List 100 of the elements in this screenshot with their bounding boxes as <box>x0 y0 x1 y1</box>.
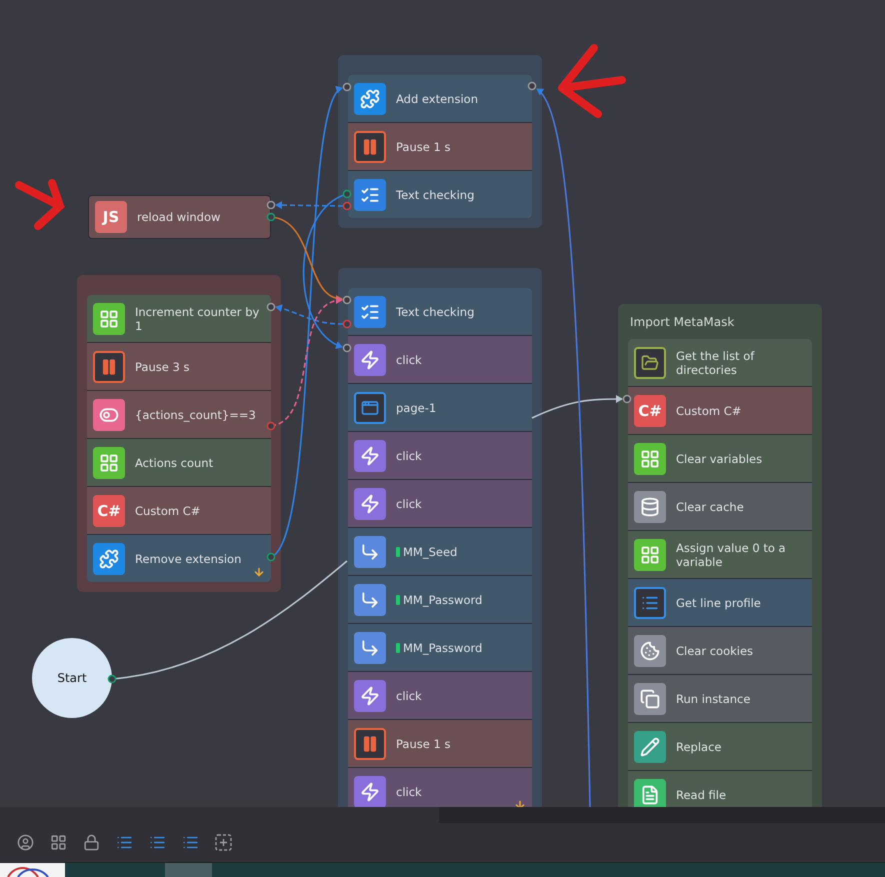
pause-icon <box>354 130 386 162</box>
node-label: click <box>396 448 422 462</box>
node-label: click <box>396 352 422 366</box>
puzzle-icon <box>354 82 386 114</box>
group-title: Import MetaMask <box>629 314 736 331</box>
action-node[interactable]: Pause 3 s <box>87 343 271 390</box>
action-node[interactable]: page-1 <box>348 384 532 431</box>
action-node[interactable]: click <box>348 336 532 383</box>
pencil-icon <box>634 730 666 762</box>
list-icon <box>634 586 666 618</box>
node-label: click <box>396 784 422 798</box>
node-label: Get the list of directories <box>676 348 756 376</box>
grid-icon <box>634 442 666 474</box>
node-label: Assign value 0 to a variable <box>676 540 787 568</box>
connection-port[interactable] <box>342 296 352 304</box>
node-label: Increment counter by 1 <box>135 304 260 332</box>
puzzle-icon <box>93 542 125 574</box>
action-node[interactable]: Clear cache <box>628 483 812 530</box>
action-node[interactable]: click <box>348 672 532 719</box>
code-icon: JS <box>95 201 127 233</box>
node-label: Clear cookies <box>676 644 754 658</box>
code-icon: C# <box>634 394 666 426</box>
windows-icon <box>634 682 666 714</box>
node-label: click <box>396 688 422 702</box>
action-node[interactable]: Increment counter by 1 <box>87 295 271 342</box>
node-label: MM_Password <box>403 592 482 606</box>
checklist-icon <box>354 178 386 210</box>
user-icon[interactable] <box>16 834 34 852</box>
grid-icon <box>634 538 666 570</box>
file-icon <box>634 778 666 807</box>
annotation-arrow <box>15 179 65 230</box>
action-node[interactable]: MM_Password <box>348 624 532 671</box>
node-label: Clear cache <box>676 500 744 514</box>
grid-icon <box>93 446 125 478</box>
action-node[interactable]: Pause 1 s <box>348 720 532 767</box>
start-node[interactable]: Start <box>32 638 112 718</box>
action-node[interactable]: Replace <box>628 723 812 770</box>
action-node[interactable]: MM_Seed <box>348 528 532 575</box>
action-node[interactable]: Assign value 0 to a variable <box>628 531 812 578</box>
action-node[interactable]: Get line profile <box>628 579 812 626</box>
node-label: MM_Seed <box>403 544 458 558</box>
action-node[interactable]: C# Custom C# <box>628 387 812 434</box>
action-node[interactable]: Add extension <box>348 75 532 122</box>
action-node[interactable]: click <box>348 480 532 527</box>
node-label: Text checking <box>396 188 474 202</box>
connection-port[interactable] <box>622 394 632 404</box>
pause-icon <box>93 350 125 382</box>
connection-port[interactable] <box>342 82 352 92</box>
status-bar-icon <box>396 642 400 652</box>
lightning-icon <box>354 440 386 472</box>
node-label: Pause 3 s <box>135 360 190 374</box>
scroll-thumb <box>165 863 212 877</box>
connection-port[interactable] <box>342 344 352 352</box>
action-node[interactable]: Remove extension <box>87 535 271 582</box>
connection-port[interactable] <box>266 302 276 312</box>
node-label: Add extension <box>396 92 478 106</box>
checklist-icon <box>354 296 386 328</box>
node-label: Actions count <box>135 456 214 470</box>
node-label: Clear variables <box>676 452 762 466</box>
toggle-icon <box>93 398 125 430</box>
pause-icon <box>354 728 386 760</box>
connection-port[interactable] <box>108 674 116 684</box>
action-node[interactable]: Actions count <box>87 439 271 486</box>
action-node[interactable]: click <box>348 768 532 807</box>
node-label: click <box>396 496 422 510</box>
action-node[interactable]: click <box>348 432 532 479</box>
add-icon[interactable] <box>214 834 232 852</box>
lightning-icon <box>354 344 386 376</box>
action-node[interactable]: Text checking <box>348 171 532 218</box>
node-label: Text checking <box>396 304 474 318</box>
lightning-icon <box>354 680 386 712</box>
node-label: Pause 1 s <box>396 140 450 154</box>
action-node[interactable]: Text checking <box>348 288 532 335</box>
action-node[interactable]: Get the list of directories <box>628 339 812 386</box>
action-node[interactable]: Clear cookies <box>628 627 812 674</box>
folder-icon <box>634 346 666 378</box>
action-node[interactable]: Run instance <box>628 675 812 722</box>
node-label: Read file <box>676 788 726 802</box>
status-bar-icon <box>396 594 400 604</box>
action-node[interactable]: MM_Password <box>348 576 532 623</box>
lightning-icon <box>354 488 386 520</box>
action-node[interactable]: {actions_count}==3 <box>87 391 271 438</box>
lightning-icon <box>354 776 386 807</box>
node-label: Get line profile <box>676 596 761 610</box>
action-node[interactable]: Pause 1 s <box>348 123 532 170</box>
grid-icon <box>93 302 125 334</box>
node-label: Run instance <box>676 692 750 706</box>
action-node[interactable]: Read file <box>628 771 812 807</box>
status-bar-icon <box>396 546 400 556</box>
action-node[interactable]: Clear variables <box>628 435 812 482</box>
action-node[interactable]: C# Custom C# <box>87 487 271 534</box>
node-label: Custom C# <box>135 504 200 518</box>
node-label: {actions_count}==3 <box>135 408 256 422</box>
window-icon <box>354 392 386 424</box>
grid-icon[interactable] <box>49 834 67 852</box>
node-label: Custom C# <box>676 404 742 418</box>
connection-port[interactable] <box>528 82 536 90</box>
lock-icon[interactable] <box>82 834 100 852</box>
node-label: Pause 1 s <box>396 736 450 750</box>
action-node[interactable]: JS reload window <box>88 195 271 239</box>
